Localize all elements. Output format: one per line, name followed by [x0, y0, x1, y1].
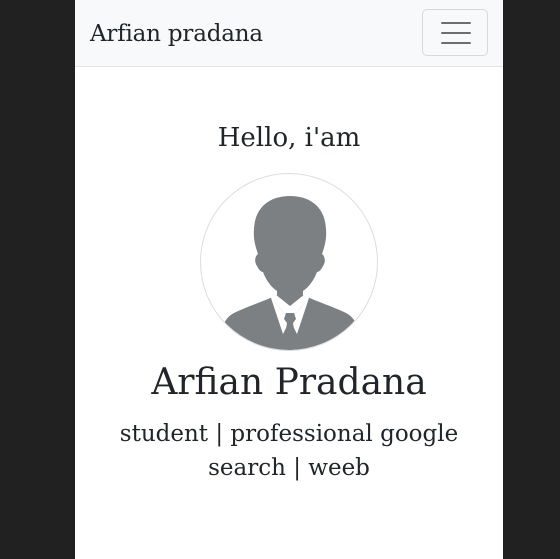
profile-avatar: [200, 173, 378, 351]
navbar-toggler-button[interactable]: [422, 9, 488, 56]
navbar-brand[interactable]: Arfian pradana: [90, 20, 263, 48]
hamburger-menu-icon: [441, 22, 471, 44]
profile-tagline: student | professional google search | w…: [119, 421, 459, 481]
profile-name: Arfian Pradana: [151, 362, 427, 403]
default-user-avatar-icon: [219, 196, 361, 350]
page-viewport: Arfian pradana Hello, i'am Arfian Pradan…: [75, 0, 503, 559]
greeting-text: Hello, i'am: [217, 123, 361, 153]
hero-section: Hello, i'am Arfian Pradana student | pro…: [75, 67, 503, 559]
navbar: Arfian pradana: [75, 0, 503, 67]
